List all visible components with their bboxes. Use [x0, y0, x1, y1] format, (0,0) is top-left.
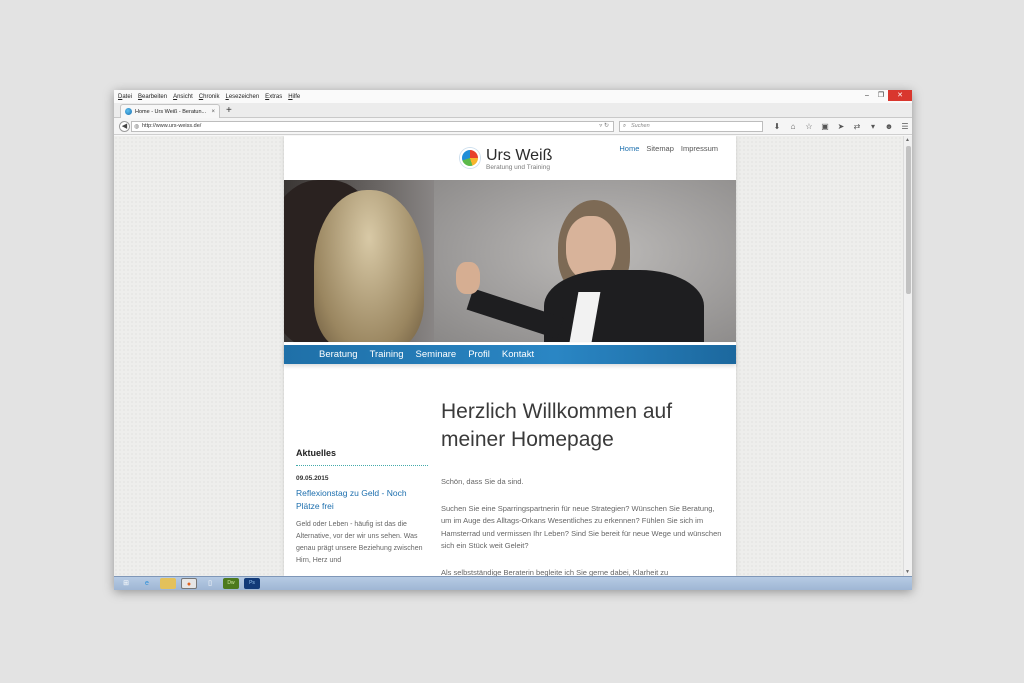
hero-image [284, 180, 736, 342]
nav-profil[interactable]: Profil [468, 349, 490, 360]
news-date: 09.05.2015 [296, 475, 329, 482]
topnav-sitemap[interactable]: Sitemap [646, 144, 674, 153]
browser-window: Datei Bearbeiten Ansicht Chronik Lesezei… [114, 90, 912, 590]
scroll-thumb[interactable] [906, 146, 911, 294]
translate-icon[interactable]: ⇄ [849, 121, 865, 132]
nav-training[interactable]: Training [370, 349, 404, 360]
reload-icon[interactable]: ▿ ↻ [599, 122, 609, 131]
send-icon[interactable]: ➤ [833, 121, 849, 132]
logo-globe-icon [460, 148, 480, 168]
back-button[interactable]: ◀ [119, 121, 130, 132]
menu-bearbeiten[interactable]: Bearbeiten [138, 94, 167, 100]
tab-close-icon[interactable]: × [211, 109, 215, 115]
photoshop-icon[interactable]: Ps [244, 578, 260, 589]
scroll-down-icon[interactable]: ▼ [905, 569, 910, 575]
main-navigation: Beratung Training Seminare Profil Kontak… [284, 343, 736, 364]
menu-ansicht[interactable]: Ansicht [173, 94, 193, 100]
dreamweaver-icon[interactable]: Dw [223, 578, 239, 589]
questions-paragraph: Suchen Sie eine Sparringspartnerin für n… [441, 503, 722, 551]
toolbar-icons: ⬇ ⌂ ☆ ▣ ➤ ⇄ ▾ ☻ ☰ [769, 121, 912, 132]
intro-paragraph: Schön, dass Sie da sind. [441, 477, 524, 486]
chat-icon[interactable]: ☻ [881, 121, 897, 132]
vertical-scrollbar[interactable]: ▲ ▼ [903, 136, 912, 576]
url-text: http://www.urs-weiss.de/ [142, 123, 202, 129]
hamburger-menu-icon[interactable]: ☰ [897, 121, 912, 132]
site-logo[interactable]: Urs Weiß Beratung und Training [460, 147, 552, 172]
internet-explorer-icon[interactable]: e [139, 578, 155, 589]
document-icon[interactable]: ▯ [202, 578, 218, 589]
navigation-bar: ◀ ◍ http://www.urs-weiss.de/ ▿ ↻ ⌕ Suche… [114, 118, 912, 135]
offer-paragraph: Als selbstständige Beraterin begleite ic… [441, 567, 669, 577]
os-taskbar: ⊞ e ● ▯ Dw Ps [114, 576, 912, 590]
page-viewport: Urs Weiß Beratung und Training Home Site… [114, 136, 912, 576]
clipboard-icon[interactable]: ▣ [817, 121, 833, 132]
dropdown-icon[interactable]: ▾ [865, 121, 881, 132]
search-placeholder: Suchen [631, 123, 650, 129]
tab-home[interactable]: Home - Urs Weiß - Beratun... × [120, 104, 220, 118]
bookmark-star-icon[interactable]: ☆ [801, 121, 817, 132]
nav-seminare[interactable]: Seminare [416, 349, 457, 360]
menu-lesezeichen[interactable]: Lesezeichen [225, 94, 259, 100]
page-title: Herzlich Willkommen auf meiner Homepage [441, 400, 673, 451]
home-icon[interactable]: ⌂ [785, 121, 801, 132]
top-navigation: Home Sitemap Impressum [612, 144, 718, 153]
menu-datei[interactable]: Datei [118, 94, 132, 100]
scroll-up-icon[interactable]: ▲ [905, 137, 910, 143]
firefox-icon[interactable]: ● [181, 578, 197, 589]
tab-title: Home - Urs Weiß - Beratun... [135, 108, 207, 115]
menu-chronik[interactable]: Chronik [199, 94, 220, 100]
folder-icon[interactable] [160, 578, 176, 589]
menu-bar: Datei Bearbeiten Ansicht Chronik Lesezei… [114, 90, 912, 103]
news-link[interactable]: Reflexionstag zu Geld - Noch Plätze frei [296, 487, 428, 513]
logo-tagline: Beratung und Training [486, 164, 550, 171]
menu-extras[interactable]: Extras [265, 94, 282, 100]
download-icon[interactable]: ⬇ [769, 121, 785, 132]
new-tab-button[interactable]: + [226, 104, 232, 117]
search-icon: ⌕ [623, 123, 627, 129]
favicon-icon [125, 108, 132, 115]
tab-bar: Home - Urs Weiß - Beratun... × + [114, 103, 912, 118]
topnav-impressum[interactable]: Impressum [681, 144, 718, 153]
logo-name: Urs Weiß [486, 147, 553, 164]
nav-kontakt[interactable]: Kontakt [502, 349, 534, 360]
search-input[interactable]: ⌕ Suchen [619, 121, 763, 132]
window-controls: – ❐ ✕ [860, 90, 912, 101]
nav-beratung[interactable]: Beratung [319, 349, 358, 360]
menu-hilfe[interactable]: Hilfe [288, 94, 300, 100]
news-sidebar: Aktuelles 09.05.2015 Reflexionstag zu Ge… [296, 448, 428, 567]
globe-icon: ◍ [134, 124, 140, 130]
close-window-button[interactable]: ✕ [888, 90, 912, 101]
windows-start-icon[interactable]: ⊞ [118, 578, 134, 589]
news-text: Geld oder Leben - häufig ist das die Alt… [296, 521, 423, 564]
topnav-home[interactable]: Home [619, 144, 639, 153]
website: Urs Weiß Beratung und Training Home Site… [284, 136, 736, 576]
news-heading: Aktuelles [296, 448, 428, 466]
minimize-button[interactable]: – [860, 90, 874, 101]
main-content: Herzlich Willkommen auf meiner Homepage … [441, 398, 725, 576]
maximize-button[interactable]: ❐ [874, 90, 888, 101]
address-bar[interactable]: ◍ http://www.urs-weiss.de/ ▿ ↻ [131, 121, 614, 132]
